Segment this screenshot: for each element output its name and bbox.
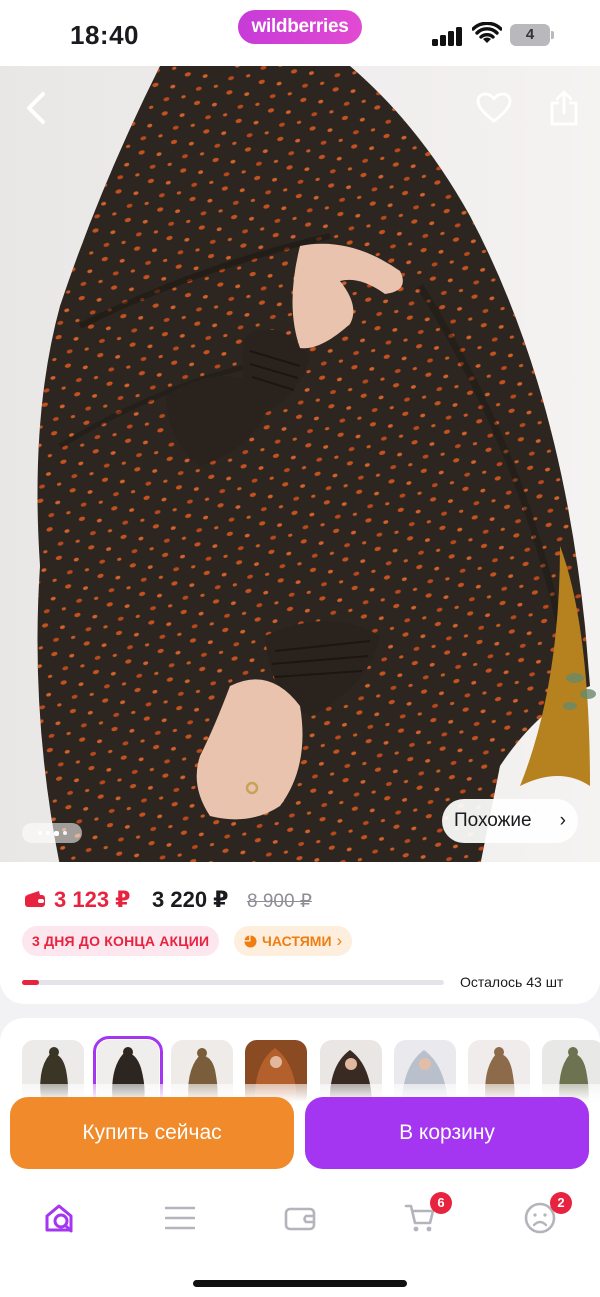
nav-cart[interactable]: 6 [400,1192,452,1238]
gallery-dot [45,831,50,835]
chevron-left-icon [27,92,45,124]
chevron-right-icon: › [336,931,343,950]
buy-now-button[interactable]: Купить сейчас [10,1097,294,1169]
status-time: 18:40 [70,20,139,50]
installments-badge[interactable]: ЧАСТЯМИ › [234,926,353,956]
cart-count-badge: 6 [430,1192,452,1214]
gallery-dots [22,823,82,843]
current-price: 3 220 ₽ [152,887,229,912]
status-bar: 18:40 wildberries 4 [0,0,600,66]
profile-notification-badge: 2 [550,1192,572,1214]
product-photo[interactable] [0,66,600,866]
product-gallery[interactable]: Похожие › [0,66,600,866]
nav-wallet[interactable] [280,1198,320,1238]
wallet-icon [25,891,45,907]
price-card: 3 123 ₽ 3 220 ₽ 8 900 ₽ 3 ДНЯ ДО КОНЦА А… [0,862,600,1004]
stock-progress-fill [22,980,39,985]
bottom-nav: 6 2 [0,1184,600,1297]
favorite-button[interactable] [472,86,516,130]
battery-tip [551,31,554,39]
action-bar: Купить сейчас В корзину [0,1084,600,1184]
nav-catalog[interactable] [160,1198,200,1238]
pie-chart-icon [244,935,257,947]
heart-icon [476,92,512,123]
share-button[interactable] [542,86,586,130]
stock-progress [22,980,444,985]
stock-remaining: Осталось 43 шт [460,974,564,990]
wallet-price: 3 123 ₽ [54,887,131,912]
nav-home[interactable] [40,1198,80,1238]
home-search-icon [45,1204,73,1233]
add-to-cart-button[interactable]: В корзину [305,1097,589,1169]
catalog-icon [165,1206,195,1230]
battery-icon: 4 [510,24,550,46]
brand-logo: wildberries [238,10,362,44]
chevron-right-icon: › [559,810,566,831]
home-indicator [193,1280,407,1287]
promo-badge[interactable]: 3 ДНЯ ДО КОНЦА АКЦИИ [22,926,220,956]
installments-label: ЧАСТЯМИ [262,933,332,949]
gallery-dot-active [53,830,59,836]
wifi-icon [472,22,502,43]
old-price: 8 900 ₽ [247,891,312,912]
nav-profile[interactable]: 2 [520,1192,572,1238]
similar-button[interactable]: Похожие › [442,799,578,843]
wallet-icon [284,1207,316,1231]
product-page: 18:40 wildberries 4 Похожие › 3 123 ₽ 3 … [0,0,600,1297]
gallery-dot [37,831,42,835]
share-icon [550,90,578,126]
signal-icon [432,24,464,46]
gallery-dot [62,831,67,835]
similar-label: Похожие [454,810,532,831]
back-button[interactable] [14,86,58,130]
